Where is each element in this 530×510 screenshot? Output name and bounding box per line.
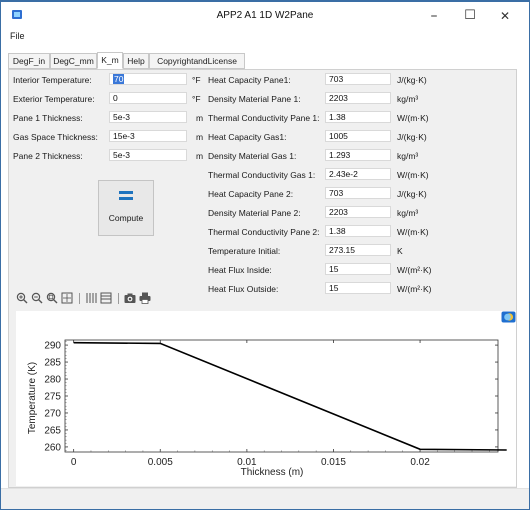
gas-space-thickness-unit: m (196, 132, 204, 142)
heat-flux-inside-field[interactable]: 15 (325, 263, 391, 275)
equals-icon (119, 191, 133, 201)
heat-capacity-pane1-field[interactable]: 703 (325, 73, 391, 85)
heat-capacity-gas1-label: Heat Capacity Gas1: (208, 132, 287, 142)
heat-capacity-pane1-unit: J/(kg·K) (397, 75, 427, 85)
y-tick-label: 275 (44, 392, 61, 403)
heat-flux-outside-label: Heat Flux Outside: (208, 284, 279, 294)
gas-space-thickness-field[interactable]: 15e-3 (109, 130, 187, 142)
plot-frame (64, 339, 499, 453)
tab-k-m[interactable]: K_m (97, 52, 123, 69)
conductivity-pane1-field[interactable]: 1.38 (325, 111, 391, 123)
zoom-in-icon[interactable] (16, 292, 28, 304)
toolbar-separator (79, 293, 80, 304)
grid-icon[interactable] (85, 292, 97, 304)
pane1-thickness-unit: m (196, 113, 204, 123)
conductivity-pane1-label: Thermal Conductivity Pane 1: (208, 113, 320, 123)
conductivity-pane1-unit: W/(m·K) (397, 113, 429, 123)
tab-help[interactable]: Help (123, 53, 149, 69)
menu-bar: File (1, 30, 529, 45)
density-pane1-label: Density Material Pane 1: (208, 94, 301, 104)
pane1-thickness-label: Pane 1 Thickness: (13, 113, 83, 123)
exterior-temperature-label: Exterior Temperature: (13, 94, 95, 104)
heat-capacity-gas1-field[interactable]: 1005 (325, 130, 391, 142)
conductivity-gas1-unit: W/(m·K) (397, 170, 429, 180)
print-icon[interactable] (139, 292, 151, 304)
tab-degf-in[interactable]: DegF_in (8, 53, 50, 69)
x-tick-label: 0.02 (410, 457, 430, 468)
menu-file[interactable]: File (10, 31, 25, 41)
tab-degc-mm[interactable]: DegC_mm (50, 53, 97, 69)
pane2-thickness-field[interactable]: 5e-3 (109, 149, 187, 161)
y-tick-label: 265 (44, 425, 61, 436)
heat-capacity-pane2-field[interactable]: 703 (325, 187, 391, 199)
status-bar (1, 488, 529, 509)
density-gas1-label: Density Material Gas 1: (208, 151, 297, 161)
y-tick-label: 260 (44, 442, 61, 453)
exterior-temperature-unit: °F (192, 94, 201, 104)
density-pane2-unit: kg/m³ (397, 208, 419, 218)
interior-temperature-unit: °F (192, 75, 201, 85)
compute-label: Compute (108, 213, 144, 223)
density-pane1-field[interactable]: 2203 (325, 92, 391, 104)
exterior-temperature-field[interactable]: 0 (109, 92, 187, 104)
heat-flux-outside-unit: W/(m²·K) (397, 284, 432, 294)
heat-capacity-pane2-unit: J/(kg·K) (397, 189, 427, 199)
density-pane1-unit: kg/m³ (397, 94, 419, 104)
temperature-initial-unit: K (397, 246, 403, 256)
toolbar-separator (118, 293, 119, 304)
camera-icon[interactable] (124, 292, 136, 304)
y-tick-label: 270 (44, 408, 61, 419)
y-tick-label: 290 (44, 341, 61, 352)
density-gas1-unit: kg/m³ (397, 151, 419, 161)
title-bar[interactable]: APP2 A1 1D W2Pane – ☐ ✕ (1, 2, 529, 30)
gas-space-thickness-label: Gas Space Thickness: (13, 132, 98, 142)
x-tick-label: 0.005 (148, 457, 173, 468)
pane2-thickness-label: Pane 2 Thickness: (13, 151, 83, 161)
y-tick-label: 280 (44, 375, 61, 386)
close-button[interactable]: ✕ (491, 6, 519, 26)
conductivity-gas1-field[interactable]: 2.43e-2 (325, 168, 391, 180)
x-tick-label: 0 (71, 457, 77, 468)
heat-flux-inside-unit: W/(m²·K) (397, 265, 432, 275)
temperature-initial-field[interactable]: 273.15 (325, 244, 391, 256)
zoom-out-icon[interactable] (31, 292, 43, 304)
pane2-thickness-unit: m (196, 151, 204, 161)
zoom-extents-icon[interactable] (61, 292, 73, 304)
interior-temperature-label: Interior Temperature: (13, 75, 92, 85)
density-gas1-field[interactable]: 1.293 (325, 149, 391, 161)
pane1-thickness-field[interactable]: 5e-3 (109, 111, 187, 123)
compute-button[interactable]: Compute (98, 180, 154, 236)
density-pane2-field[interactable]: 2203 (325, 206, 391, 218)
temperature-initial-label: Temperature Initial: (208, 246, 281, 256)
density-pane2-label: Density Material Pane 2: (208, 208, 301, 218)
conductivity-pane2-unit: W/(m·K) (397, 227, 429, 237)
temperature-profile-line (73, 341, 507, 451)
tab-copyright-license[interactable]: CopyrightandLicense (149, 53, 245, 69)
y-axis-label: Temperature (K) (27, 362, 38, 434)
heat-flux-outside-field[interactable]: 15 (325, 282, 391, 294)
heat-flux-inside-label: Heat Flux Inside: (208, 265, 272, 275)
temperature-chart[interactable]: 0 0.005 0.01 0.015 0.02260265270275280285290… (16, 311, 516, 486)
legend-icon[interactable] (100, 292, 112, 304)
heat-capacity-pane2-label: Heat Capacity Pane 2: (208, 189, 294, 199)
conductivity-pane2-label: Thermal Conductivity Pane 2: (208, 227, 320, 237)
window-title: APP2 A1 1D W2Pane (216, 10, 314, 21)
conductivity-gas1-label: Thermal Conductivity Gas 1: (208, 170, 316, 180)
maximize-button[interactable]: ☐ (456, 6, 484, 26)
conductivity-pane2-field[interactable]: 1.38 (325, 225, 391, 237)
x-axis-label: Thickness (m) (241, 467, 304, 478)
heat-capacity-gas1-unit: J/(kg·K) (397, 132, 427, 142)
zoom-box-icon[interactable] (46, 292, 58, 304)
x-tick-label: 0.015 (321, 457, 346, 468)
interior-temperature-field[interactable]: 70 (109, 73, 187, 85)
plot-area[interactable]: 0 0.005 0.01 0.015 0.02 260 265 270 275 280 285 290… (16, 311, 516, 486)
y-tick-label: 285 (44, 358, 61, 369)
minimize-button[interactable]: – (420, 6, 448, 26)
scene-light-icon[interactable] (501, 311, 516, 323)
heat-capacity-pane1-label: Heat Capacity Pane1: (208, 75, 291, 85)
